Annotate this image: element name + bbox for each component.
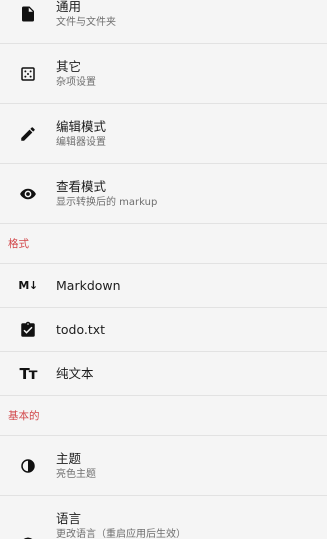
section-header-basic: 基本的 (0, 396, 327, 436)
eye-icon (0, 185, 56, 203)
settings-item-title: 通用 (56, 0, 82, 14)
settings-item-title: 查看模式 (56, 178, 107, 194)
contrast-icon (0, 457, 56, 475)
settings-item-title: todo.txt (56, 321, 106, 337)
settings-item-subtitle: 杂项设置 (56, 76, 96, 88)
markdown-icon: M↓ (18, 279, 38, 292)
settings-item-general[interactable]: 通用 文件与文件夹 (0, 0, 327, 44)
settings-item-edit-mode[interactable]: 编辑模式 编辑器设置 (0, 104, 327, 164)
settings-item-title: Markdown (56, 277, 121, 293)
settings-screen: 通用 文件与文件夹 其它 杂项设置 编辑模式 编辑器设置 查看模式 显示转换后的… (0, 0, 327, 539)
settings-item-subtitle: 编辑器设置 (56, 136, 106, 148)
settings-list: 通用 文件与文件夹 其它 杂项设置 编辑模式 编辑器设置 查看模式 显示转换后的… (0, 0, 327, 539)
settings-item-todotxt[interactable]: todo.txt (0, 308, 327, 352)
settings-item-title: 语言 (56, 511, 82, 526)
pencil-icon (0, 125, 56, 143)
settings-item-view-mode[interactable]: 查看模式 显示转换后的 markup (0, 164, 327, 224)
clipboard-check-icon (0, 321, 56, 339)
settings-item-title: 其它 (56, 58, 82, 74)
settings-item-markdown[interactable]: M↓ Markdown (0, 264, 327, 308)
settings-item-title: 主题 (56, 450, 82, 466)
settings-item-title: 编辑模式 (56, 118, 107, 134)
dice-icon (0, 65, 56, 83)
section-header-format: 格式 (0, 224, 327, 264)
settings-item-subtitle: 亮色主题 (56, 468, 96, 480)
settings-item-other[interactable]: 其它 杂项设置 (0, 44, 327, 104)
file-icon (0, 5, 56, 23)
settings-item-subtitle: 更改语言（重启应用后生效） (56, 529, 186, 539)
settings-item-subtitle: 文件与文件夹 (56, 16, 116, 28)
settings-item-title: 纯文本 (56, 365, 94, 381)
text-format-icon: Tт (19, 364, 38, 383)
settings-item-plaintext[interactable]: Tт 纯文本 (0, 352, 327, 396)
settings-item-language[interactable]: 语言 更改语言（重启应用后生效） (0, 496, 327, 539)
settings-item-theme[interactable]: 主题 亮色主题 (0, 436, 327, 496)
settings-item-subtitle: 显示转换后的 markup (56, 196, 158, 208)
